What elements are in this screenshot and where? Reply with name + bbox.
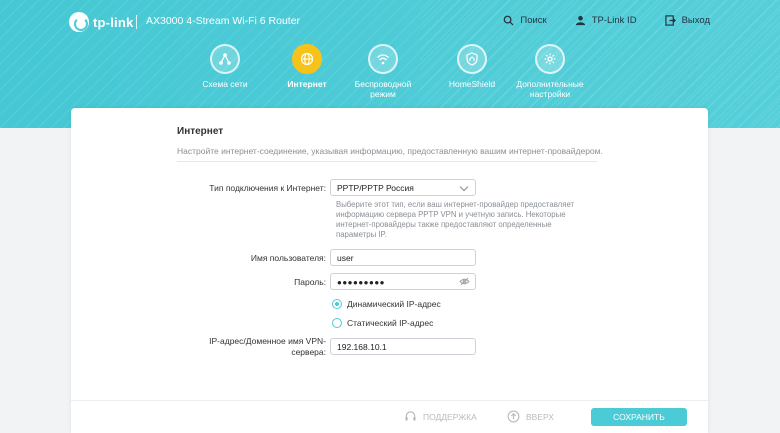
internet-settings-panel: Интернет Настройте интернет-соединение, … <box>71 108 708 433</box>
nav-circle <box>292 44 322 74</box>
password-value: ●●●●●●●●● <box>337 278 385 287</box>
chevron-down-icon <box>459 182 469 192</box>
tab-label: Дополнительные настройки <box>516 79 584 99</box>
eye-slash-icon[interactable] <box>459 277 470 286</box>
tp-link-logo-icon <box>69 12 89 32</box>
search-link-label: Поиск <box>520 15 547 26</box>
scroll-top-label: ВВЕРХ <box>526 411 554 422</box>
connection-type-label: Тип подключения к Интернет: <box>209 183 326 193</box>
tab-homeshield[interactable]: HomeShield <box>427 44 517 89</box>
support-label: ПОДДЕРЖКА <box>423 411 477 422</box>
shield-home-icon <box>466 52 478 66</box>
nav-circle <box>210 44 240 74</box>
radio-static-ip[interactable]: Статический IP-адрес <box>332 318 433 328</box>
header: tp-link AX3000 4-Stream Wi-Fi 6 Router П… <box>0 0 780 128</box>
tab-network-map[interactable]: Схема сети <box>180 44 270 89</box>
top-links: Поиск TP-Link ID Выход <box>503 15 710 26</box>
nav-circle <box>535 44 565 74</box>
logout-link[interactable]: Выход <box>664 15 710 26</box>
globe-icon <box>300 52 314 66</box>
radio-static-label: Статический IP-адрес <box>347 318 434 328</box>
headset-icon <box>405 411 416 421</box>
username-value: user <box>337 253 354 263</box>
save-button[interactable]: СОХРАНИТЬ <box>591 408 687 426</box>
radio-dynamic-label: Динамический IP-адрес <box>347 299 441 309</box>
nav-circle <box>457 44 487 74</box>
network-map-icon <box>219 53 231 65</box>
support-link[interactable]: ПОДДЕРЖКА <box>404 410 477 423</box>
connection-type-hint: Выберите этот тип, если ваш интернет-про… <box>336 200 575 239</box>
tplink-id-label: TP-Link ID <box>591 15 637 26</box>
password-input[interactable]: ●●●●●●●●● <box>330 273 476 290</box>
router-model: AX3000 4-Stream Wi-Fi 6 Router <box>146 15 301 27</box>
header-divider <box>136 15 137 29</box>
user-icon <box>575 15 585 26</box>
brand-name: tp-link <box>93 14 134 30</box>
logout-icon <box>664 15 676 26</box>
tab-label: HomeShield <box>448 79 496 89</box>
search-icon <box>504 15 514 26</box>
wifi-icon <box>377 54 389 65</box>
username-input[interactable]: user <box>330 249 476 266</box>
arrow-up-circle-icon <box>507 410 520 423</box>
nav-circle <box>368 44 398 74</box>
connection-type-value: PPTP/PPTP Россия <box>337 183 414 193</box>
tab-label: Беспроводной режим <box>354 79 412 99</box>
password-label: Пароль: <box>294 277 326 287</box>
gear-icon <box>544 53 556 65</box>
tab-label: Схема сети <box>202 79 248 89</box>
radio-dynamic-ip[interactable]: Динамический IP-адрес <box>332 299 441 309</box>
vpn-server-label: IP-адрес/Доменное имя VPN-сервера: <box>209 336 326 357</box>
logout-label: Выход <box>681 15 710 26</box>
footer-bar: ПОДДЕРЖКА ВВЕРХ СОХРАНИТЬ <box>71 400 708 433</box>
tplink-id-link[interactable]: TP-Link ID <box>575 15 637 26</box>
radio-button-checked <box>332 299 342 309</box>
radio-button-unchecked <box>332 318 342 328</box>
main-nav: Схема сети Интернет Беспроводной режим H… <box>0 44 780 128</box>
vpn-server-input[interactable]: 192.168.10.1 <box>330 338 476 355</box>
vpn-server-value: 192.168.10.1 <box>337 342 387 352</box>
search-link[interactable]: Поиск <box>503 15 547 26</box>
tab-wireless[interactable]: Беспроводной режим <box>338 44 428 99</box>
username-label: Имя пользователя: <box>250 253 326 263</box>
tp-link-logo[interactable]: tp-link <box>69 11 133 33</box>
page-description: Настройте интернет-соединение, указывая … <box>177 146 603 156</box>
scroll-top-link[interactable]: ВВЕРХ <box>507 410 554 423</box>
tab-advanced[interactable]: Дополнительные настройки <box>505 44 595 99</box>
connection-type-select[interactable]: PPTP/PPTP Россия <box>330 179 476 196</box>
top-bar: tp-link AX3000 4-Stream Wi-Fi 6 Router П… <box>0 0 780 44</box>
section-divider <box>177 161 597 162</box>
